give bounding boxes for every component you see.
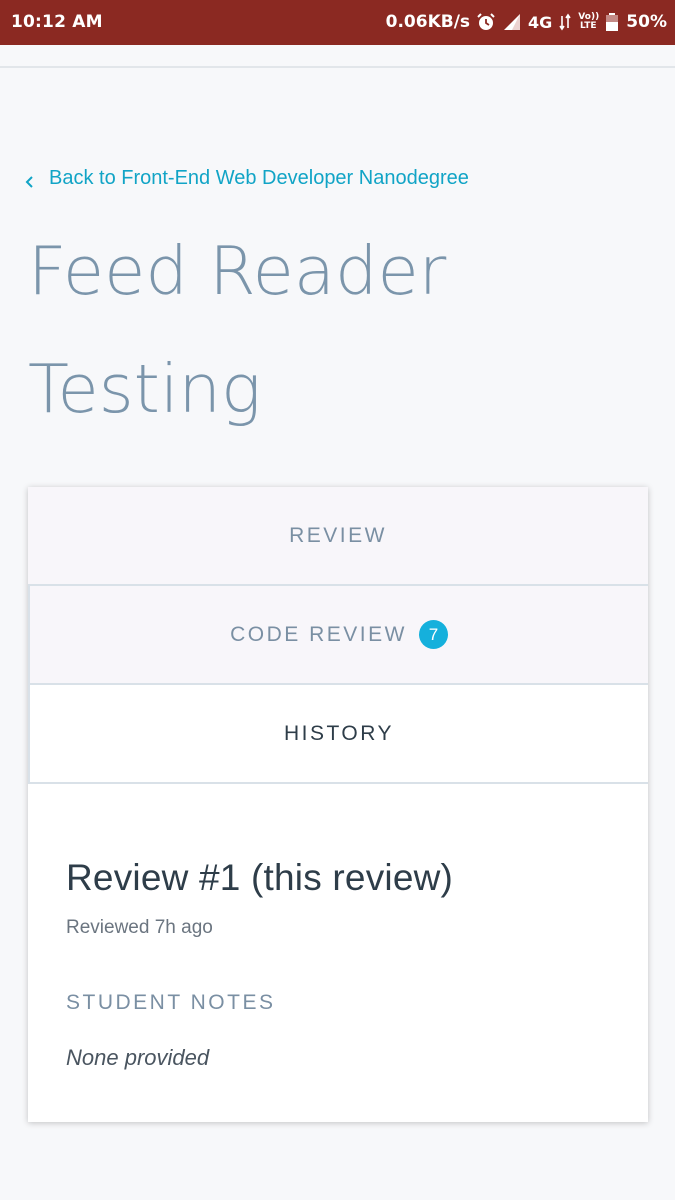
battery-icon bbox=[605, 12, 619, 32]
tab-code-review[interactable]: CODE REVIEW 7 bbox=[28, 586, 648, 685]
status-bar: 10:12 AM 0.06KB/s 4G Vo)) LTE 50% bbox=[0, 0, 675, 45]
back-link-label: Back to Front-End Web Developer Nanodegr… bbox=[49, 167, 469, 189]
page-title: Feed Reader Testing bbox=[28, 232, 447, 428]
tab-code-review-label: CODE REVIEW bbox=[230, 622, 407, 646]
tab-review[interactable]: REVIEW bbox=[28, 487, 648, 586]
network-type: 4G bbox=[528, 12, 553, 32]
volte-icon: Vo)) LTE bbox=[578, 13, 599, 31]
chevron-left-icon bbox=[24, 172, 36, 188]
battery-percent: 50% bbox=[626, 12, 667, 32]
code-review-count-badge: 7 bbox=[418, 620, 448, 649]
tab-history-label: HISTORY bbox=[283, 721, 395, 745]
review-title: Review #1 (this review) bbox=[66, 857, 454, 898]
tab-review-label: REVIEW bbox=[289, 523, 387, 547]
header-divider bbox=[0, 66, 675, 68]
data-transfer-icon bbox=[559, 13, 571, 31]
back-link[interactable]: Back to Front-End Web Developer Nanodegr… bbox=[24, 167, 469, 190]
signal-icon bbox=[502, 13, 521, 31]
review-card: REVIEW CODE REVIEW 7 HISTORY Review #1 (… bbox=[28, 487, 648, 1122]
status-time: 10:12 AM bbox=[11, 12, 103, 32]
volte-bottom: LTE bbox=[580, 21, 597, 31]
tab-history[interactable]: HISTORY bbox=[28, 685, 648, 784]
network-speed: 0.06KB/s bbox=[385, 12, 471, 32]
status-indicators: 0.06KB/s 4G Vo)) LTE 50% bbox=[379, 12, 667, 32]
alarm-icon bbox=[477, 13, 495, 31]
student-notes-text: None provided bbox=[66, 1045, 210, 1070]
student-notes-heading: STUDENT NOTES bbox=[66, 991, 276, 1014]
review-timestamp: Reviewed 7h ago bbox=[66, 917, 213, 938]
